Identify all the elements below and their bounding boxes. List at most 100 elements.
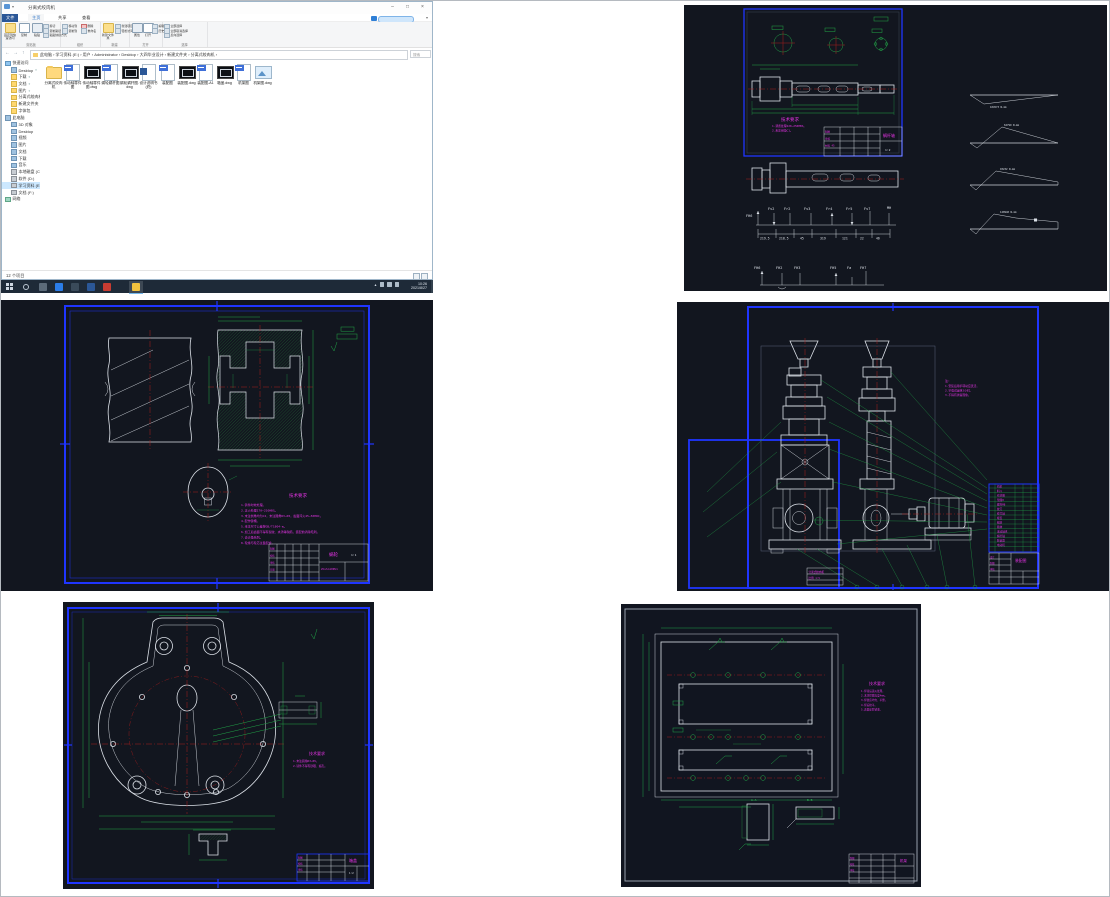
breadcrumb[interactable]: 此电脑 › 学习资料 (E:) › 用户 › Administrator › D…: [40, 52, 217, 58]
minimize-button[interactable]: –: [385, 2, 400, 13]
file-tile[interactable]: 机架图: [234, 64, 253, 89]
show-desktop-button[interactable]: [431, 280, 433, 293]
sidebar-item-downloads[interactable]: 下载✦: [2, 74, 40, 81]
worm-wheel-side-view: [105, 330, 195, 450]
sidebar-item-drive-e-selected[interactable]: 学习资料 (E:): [2, 182, 40, 189]
sidebar-this-pc[interactable]: 此电脑: [2, 114, 40, 121]
sidebar-item-drive-c[interactable]: 本地磁盘 (C:): [2, 169, 40, 176]
quick-access-toolbar[interactable]: ▾: [4, 4, 14, 9]
edge-icon[interactable]: [55, 283, 63, 291]
tech-requirements: 技术要求 1.未注圆角R3~R5。 2.铸件不得有砂眼、缩孔。: [293, 750, 327, 768]
sidebar-item-documents[interactable]: 文档✦: [2, 80, 40, 87]
file-tile[interactable]: 箱盖.dwg: [215, 64, 234, 89]
file-tile[interactable]: 传动轴零件图.dwg: [82, 64, 101, 89]
file-tile[interactable]: 传动轴零件图: [63, 64, 82, 89]
file-tile[interactable]: 分离式绞肉机: [44, 64, 63, 89]
file-tile[interactable]: 蜗轮蜗杆图: [101, 64, 120, 89]
invert-selection-button[interactable]: 反向选择: [164, 33, 188, 38]
dwg-thumbnail-icon: [84, 66, 101, 79]
up-icon[interactable]: ↑: [22, 50, 25, 56]
copy-button[interactable]: 复制: [17, 23, 31, 37]
maximize-button[interactable]: □: [400, 2, 415, 13]
svg-text:制图: 制图: [850, 856, 854, 860]
tab-file[interactable]: 文件: [2, 14, 18, 22]
svg-text:校核: 校核: [298, 862, 303, 866]
sidebar-network[interactable]: 网络: [2, 196, 40, 203]
cad-shaft-drawing: 技术要求 1.调质处理220~250HBS。 2.未注倒角C1。 制图 审核 材…: [684, 5, 1107, 291]
cloud-icon[interactable]: [371, 16, 377, 21]
file-tile[interactable]: 装配图: [158, 64, 177, 89]
svg-text:审核: 审核: [825, 137, 831, 141]
back-icon[interactable]: ←: [5, 50, 10, 56]
svg-text:6.加工后齿面不得有裂纹、夹渣等缺陷，装配前清除毛刺。: 6.加工后齿面不得有裂纹、夹渣等缺陷，装配前清除毛刺。: [241, 529, 320, 534]
svg-text:校核: 校核: [850, 862, 855, 866]
svg-text:4.配作键槽。: 4.配作键槽。: [241, 518, 260, 523]
start-button[interactable]: [6, 283, 13, 290]
tab-view[interactable]: 查看: [78, 14, 94, 22]
address-bar[interactable]: 此电脑 › 学习资料 (E:) › 用户 › Administrator › D…: [30, 50, 408, 60]
sidebar-item-drive-d[interactable]: 软件 (D:): [2, 176, 40, 183]
file-tile[interactable]: 设计说明书(终): [139, 64, 158, 89]
details-view-icon[interactable]: [413, 273, 420, 280]
file-tile[interactable]: 装配图.dwg: [177, 64, 196, 89]
dwg-thumbnail-icon: [179, 66, 196, 79]
ime-icon[interactable]: [395, 282, 400, 287]
volume-icon[interactable]: [380, 282, 385, 287]
sidebar-item-newfolder[interactable]: 新建文件夹: [2, 101, 40, 108]
tab-share[interactable]: 共享: [54, 14, 70, 22]
sidebar-item-desktop[interactable]: Desktop✦: [2, 67, 40, 74]
file-tile[interactable]: 装配图-A1: [196, 64, 215, 89]
sidebar-item-pictures[interactable]: 图片✦: [2, 87, 40, 94]
svg-text:1.调质处理220~250HBS。: 1.调质处理220~250HBS。: [772, 124, 806, 128]
paste-button[interactable]: 粘贴: [30, 23, 44, 37]
svg-text:绞刀: 绞刀: [997, 507, 1003, 511]
search-input[interactable]: 搜索: [410, 50, 431, 58]
word-icon[interactable]: [87, 283, 95, 291]
taskbar-app-icon[interactable]: [71, 283, 79, 291]
sidebar-item-music[interactable]: 音乐: [2, 162, 40, 169]
forward-icon[interactable]: →: [13, 50, 18, 56]
shaft-section-views: [771, 17, 888, 55]
svg-text:1.焊接后退火处理。: 1.焊接后退火处理。: [861, 689, 885, 693]
shaft-outline-view: [746, 163, 904, 193]
pin-quick-access-button[interactable]: 固定到快速访问: [3, 23, 17, 41]
sidebar-item-pc-pictures[interactable]: 图片: [2, 142, 40, 149]
collapse-ribbon-icon[interactable]: ▾: [426, 15, 428, 20]
qat-customize-icon[interactable]: ▾: [12, 4, 14, 9]
sidebar-quick-access[interactable]: 快速访问: [2, 60, 40, 67]
paste-icon: [32, 23, 43, 33]
large-icons-view-icon[interactable]: [421, 273, 428, 280]
tray-expand-icon[interactable]: ▴: [374, 282, 376, 287]
tab-home[interactable]: 主页: [28, 14, 44, 22]
svg-text:螺栓M8: 螺栓M8: [997, 502, 1006, 506]
svg-text:FH6: FH6: [746, 214, 752, 218]
file-tile[interactable]: 机架图.dwg: [253, 64, 272, 89]
sidebar-item-pc-documents[interactable]: 文档: [2, 148, 40, 155]
taskbar-clock[interactable]: 10:26 2021/8/27: [411, 282, 427, 291]
network-icon: [5, 197, 11, 203]
sidebar-item-videos[interactable]: 视频: [2, 135, 40, 142]
svg-text:FH2: FH2: [776, 266, 782, 270]
sidebar-item-drive-f[interactable]: 文档 (F:): [2, 189, 40, 196]
taskbar-app-icon[interactable]: [103, 283, 111, 291]
network-tray-icon[interactable]: [387, 282, 392, 287]
ribbon-tab-strip: 文件 主页 共享 查看 ▾: [2, 14, 432, 22]
sidebar-item-pc-downloads[interactable]: 下载: [2, 155, 40, 162]
copy-to-button[interactable]: 复制到: [62, 29, 77, 34]
cortana-search-icon[interactable]: [23, 284, 29, 290]
title-bar[interactable]: ▾ 分离式绞肉机 – □ ×: [2, 2, 432, 14]
drive-icon: [11, 183, 17, 189]
file-explorer-icon[interactable]: [132, 283, 140, 291]
new-folder-button[interactable]: 新建文件夹: [101, 23, 115, 41]
documents-icon: [11, 81, 17, 87]
sidebar-item-project[interactable]: 分离式绞肉机: [2, 94, 40, 101]
svg-text:5.未注尺寸公差按GB/T1804-m。: 5.未注尺寸公差按GB/T1804-m。: [241, 524, 287, 529]
close-button[interactable]: ×: [415, 2, 430, 13]
rename-button[interactable]: 重命名: [81, 29, 96, 34]
documents-icon: [11, 149, 17, 155]
sidebar-item-fonts[interactable]: 字体包: [2, 108, 40, 115]
sidebar-item-3d-objects[interactable]: 3D 对象: [2, 121, 40, 128]
file-tile[interactable]: 蜗轮蜗杆图.dwg: [120, 64, 139, 89]
taskbar-app-icon[interactable]: [39, 283, 47, 291]
sidebar-item-pc-desktop[interactable]: Desktop: [2, 128, 40, 135]
